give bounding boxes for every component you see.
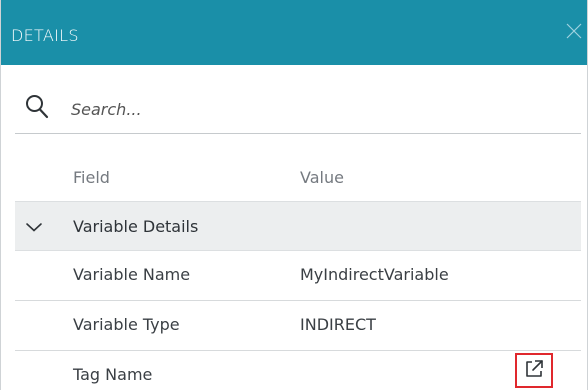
column-header-field: Field: [73, 168, 110, 187]
external-link-icon: [523, 358, 545, 383]
table-row: Variable Name MyIndirectVariable: [15, 251, 581, 301]
group-label: Variable Details: [73, 217, 199, 236]
search-input[interactable]: [71, 96, 541, 122]
row-field: Variable Name: [73, 265, 191, 284]
column-headers: Field Value: [1, 160, 587, 196]
row-value: MyIndirectVariable: [300, 265, 449, 284]
row-field: Tag Name: [73, 365, 153, 384]
panel-header: DETAILS: [1, 0, 587, 65]
details-panel: DETAILS Field Value Variable Details Var…: [0, 0, 588, 390]
table-row: Tag Name: [15, 351, 581, 390]
search-icon: [25, 94, 49, 120]
close-icon[interactable]: [563, 20, 585, 42]
panel-title: DETAILS: [11, 26, 79, 45]
table-row: Variable Type INDIRECT: [15, 301, 581, 351]
row-value: INDIRECT: [300, 315, 376, 334]
group-row-variable-details[interactable]: Variable Details: [15, 201, 581, 251]
chevron-down-icon[interactable]: [23, 218, 45, 236]
row-field: Variable Type: [73, 315, 180, 334]
column-header-value: Value: [300, 168, 344, 187]
open-tag-button[interactable]: [515, 353, 553, 388]
search-bar: [15, 84, 581, 134]
